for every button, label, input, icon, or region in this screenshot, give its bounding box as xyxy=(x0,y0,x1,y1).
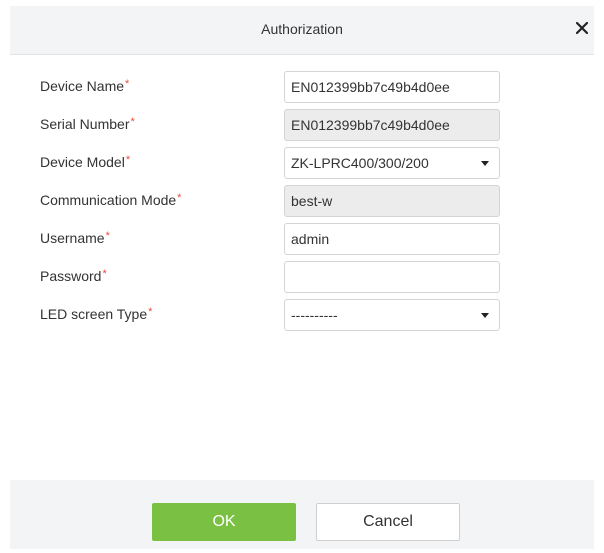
serial-number-row: Serial Number* EN012399bb7c49b4d0ee xyxy=(10,109,594,141)
led-screen-type-select[interactable]: ---------- xyxy=(284,299,500,331)
required-mark: * xyxy=(102,268,107,280)
password-input[interactable] xyxy=(284,261,500,293)
username-row: Username* admin xyxy=(10,223,594,255)
device-name-label: Device Name* xyxy=(40,78,130,94)
required-mark: * xyxy=(177,192,182,204)
password-label: Password* xyxy=(40,268,107,284)
required-mark: * xyxy=(125,78,130,90)
required-mark: * xyxy=(105,230,110,242)
led-screen-type-row: LED screen Type* ---------- xyxy=(10,299,594,331)
required-mark: * xyxy=(130,116,135,128)
username-label: Username* xyxy=(40,230,110,246)
password-row: Password* xyxy=(10,261,594,293)
dialog-title: Authorization xyxy=(261,21,343,37)
device-model-row: Device Model* ZK-LPRC400/300/200 xyxy=(10,147,594,179)
serial-number-field: EN012399bb7c49b4d0ee xyxy=(284,109,500,141)
authorization-dialog: Authorization Device Name* EN012399bb7c4… xyxy=(10,6,594,549)
username-input[interactable]: admin xyxy=(284,223,500,255)
device-name-row: Device Name* EN012399bb7c49b4d0ee xyxy=(10,71,594,103)
cancel-button[interactable]: Cancel xyxy=(316,503,460,541)
communication-mode-label: Communication Mode* xyxy=(40,192,182,208)
dialog-body: Device Name* EN012399bb7c49b4d0ee Serial… xyxy=(10,55,594,480)
chevron-down-icon xyxy=(481,161,489,166)
required-mark: * xyxy=(148,306,153,318)
dialog-footer: OK Cancel xyxy=(10,480,594,549)
device-name-input[interactable]: EN012399bb7c49b4d0ee xyxy=(284,71,500,103)
required-mark: * xyxy=(125,154,131,166)
close-icon[interactable] xyxy=(572,18,592,38)
chevron-down-icon xyxy=(481,313,489,318)
led-screen-type-label: LED screen Type* xyxy=(40,306,153,322)
device-model-select[interactable]: ZK-LPRC400/300/200 xyxy=(284,147,500,179)
ok-button[interactable]: OK xyxy=(152,503,296,541)
device-model-label: Device Model* xyxy=(40,154,131,170)
communication-mode-row: Communication Mode* best-w xyxy=(10,185,594,217)
led-screen-type-value: ---------- xyxy=(291,307,338,323)
dialog-header: Authorization xyxy=(10,6,594,55)
device-model-value: ZK-LPRC400/300/200 xyxy=(291,155,429,171)
communication-mode-field: best-w xyxy=(284,185,500,217)
serial-number-label: Serial Number* xyxy=(40,116,135,132)
